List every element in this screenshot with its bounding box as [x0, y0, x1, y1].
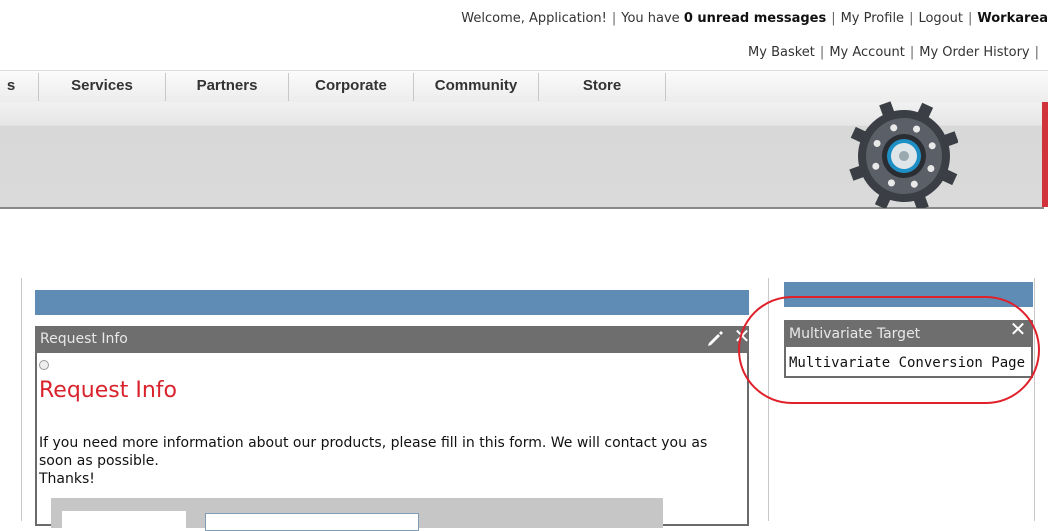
separator: |	[967, 10, 973, 26]
nav-item-partners[interactable]: Partners	[166, 71, 288, 103]
logout-link[interactable]: Logout	[918, 11, 963, 26]
main-navigation: s Services Partners Corporate Community …	[0, 70, 1048, 103]
request-info-description: If you need more information about our p…	[39, 434, 744, 488]
radio-indicator[interactable]	[39, 360, 49, 370]
separator: |	[909, 44, 915, 60]
my-account-link[interactable]: My Account	[829, 45, 905, 60]
request-info-heading: Request Info	[39, 378, 177, 403]
form-label-cell	[62, 511, 186, 531]
nav-item-community[interactable]: Community	[414, 71, 538, 103]
request-info-widget-title: Request Info	[35, 326, 749, 353]
nav-divider	[665, 73, 666, 101]
request-info-thanks: Thanks!	[39, 471, 95, 487]
separator: |	[1034, 44, 1039, 60]
separator: |	[831, 10, 836, 26]
banner-red-accent	[1042, 102, 1048, 207]
request-info-widget	[35, 326, 749, 526]
workarea-link[interactable]: Workarea	[977, 11, 1048, 26]
messages-prefix: You have	[621, 10, 680, 26]
pencil-edit-icon[interactable]	[706, 329, 724, 347]
left-column-header	[35, 290, 749, 315]
nav-item-services[interactable]: Services	[39, 71, 165, 103]
top-utility-bar: Welcome, Application! | You have 0 unrea…	[461, 8, 1048, 28]
separator: |	[611, 10, 617, 26]
nav-item-products-partial[interactable]: s	[0, 71, 22, 103]
welcome-text: Welcome, Application!	[461, 10, 607, 26]
separator: |	[909, 10, 914, 26]
nav-item-corporate[interactable]: Corporate	[289, 71, 413, 103]
highlight-annotation-ellipse	[738, 296, 1040, 404]
nav-item-store[interactable]: Store	[539, 71, 665, 103]
my-order-history-link[interactable]: My Order History	[919, 45, 1029, 60]
request-info-body: If you need more information about our p…	[39, 435, 708, 469]
secondary-links-bar: My Basket | My Account | My Order Histor…	[748, 42, 1044, 62]
my-profile-link[interactable]: My Profile	[841, 11, 904, 26]
right-column-border	[1034, 278, 1035, 521]
my-basket-link[interactable]: My Basket	[748, 45, 815, 60]
form-text-input[interactable]	[205, 513, 419, 531]
left-column-border	[21, 278, 22, 521]
gear-logo-icon	[849, 101, 958, 208]
separator: |	[819, 44, 825, 60]
unread-messages-link[interactable]: 0 unread messages	[684, 11, 826, 26]
